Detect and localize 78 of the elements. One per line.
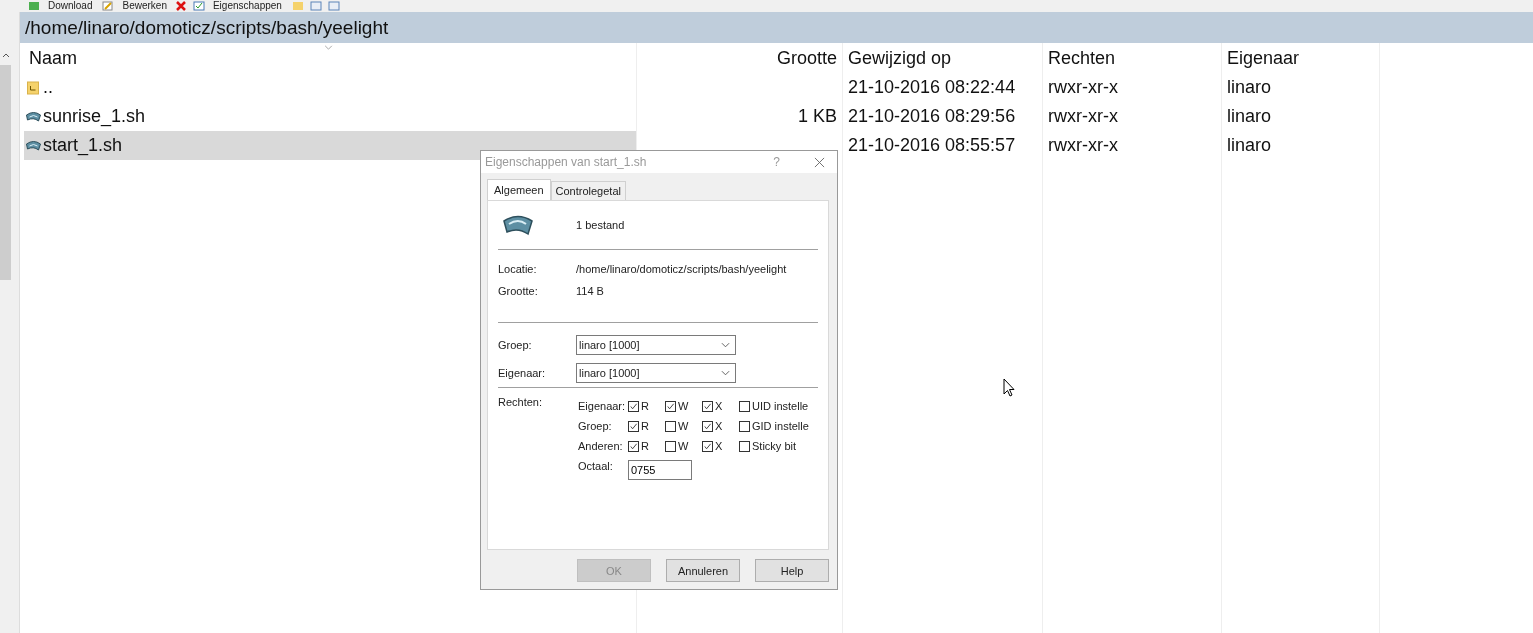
file-count: 1 bestand bbox=[576, 219, 625, 231]
table-cell: linaro bbox=[1227, 77, 1272, 98]
field-label: Rechten: bbox=[498, 396, 544, 408]
checkbox[interactable] bbox=[665, 400, 676, 412]
checkbox-label: W bbox=[678, 440, 689, 452]
field-label: Octaal: bbox=[578, 460, 614, 472]
column-header[interactable]: Rechten bbox=[1048, 47, 1116, 69]
checkbox-label: X bbox=[715, 400, 723, 412]
mouse-cursor-icon bbox=[1003, 378, 1015, 398]
parent-folder-icon bbox=[25, 79, 42, 96]
checkbox-label: R bbox=[641, 440, 649, 452]
properties-icon bbox=[192, 1, 205, 11]
checkbox[interactable] bbox=[628, 400, 639, 412]
checkbox[interactable] bbox=[665, 420, 676, 432]
checkbox-label: W bbox=[678, 420, 689, 432]
column-header[interactable]: Gewijzigd op bbox=[848, 47, 952, 69]
permission-label: Groep: bbox=[578, 420, 613, 432]
table-cell: linaro bbox=[1227, 135, 1272, 156]
table-cell: 21-10-2016 08:29:56 bbox=[848, 106, 1016, 127]
checkbox[interactable] bbox=[739, 440, 750, 452]
sort-caret-icon bbox=[324, 45, 333, 50]
field-label: Eigenaar: bbox=[498, 367, 547, 379]
table-cell: 21-10-2016 08:55:57 bbox=[848, 135, 1016, 156]
field-value: 114 B bbox=[576, 285, 604, 297]
octal-input[interactable]: 0755 bbox=[628, 460, 692, 480]
file-name[interactable]: .. bbox=[43, 77, 53, 98]
dialog-button[interactable]: Help bbox=[755, 559, 829, 582]
file-name[interactable]: sunrise_1.sh bbox=[43, 106, 146, 127]
permission-label: Eigenaar: bbox=[578, 400, 627, 412]
close-icon[interactable] bbox=[814, 156, 825, 168]
checkbox[interactable] bbox=[702, 400, 713, 412]
checkbox[interactable] bbox=[628, 440, 639, 452]
scrollbar-thumb[interactable] bbox=[0, 65, 11, 280]
checkbox-label: X bbox=[715, 440, 723, 452]
dialog-title: Eigenschappen van start_1.sh bbox=[485, 155, 647, 169]
tab[interactable]: Algemeen bbox=[487, 179, 551, 200]
field-label: Grootte: bbox=[498, 285, 539, 297]
toolbar-button[interactable]: Eigenschappen bbox=[208, 1, 286, 11]
table-cell: rwxr-xr-x bbox=[1048, 106, 1118, 127]
checkbox-label: Sticky bit bbox=[752, 440, 796, 452]
file-name[interactable]: start_1.sh bbox=[43, 135, 123, 156]
checkbox[interactable] bbox=[628, 420, 639, 432]
checkbox-label: R bbox=[641, 400, 649, 412]
dropdown[interactable]: linaro [1000] bbox=[576, 335, 736, 355]
table-cell: rwxr-xr-x bbox=[1048, 135, 1118, 156]
checkbox[interactable] bbox=[739, 400, 750, 412]
checkbox-label: X bbox=[715, 420, 723, 432]
checkbox[interactable] bbox=[739, 420, 750, 432]
table-cell: 1 KB bbox=[797, 106, 837, 127]
pencil-icon bbox=[102, 1, 115, 11]
checkbox-label: R bbox=[641, 420, 649, 432]
field-label: Groep: bbox=[498, 339, 533, 351]
vertical-scrollbar[interactable] bbox=[0, 12, 20, 633]
tab[interactable]: Controlegetal bbox=[550, 181, 626, 200]
column-header[interactable]: Eigenaar bbox=[1227, 47, 1300, 69]
table-cell: linaro bbox=[1227, 106, 1272, 127]
dropdown[interactable]: linaro [1000] bbox=[576, 363, 736, 383]
scroll-up-icon[interactable] bbox=[1, 51, 11, 59]
checkbox-label: W bbox=[678, 400, 689, 412]
checkbox-label: GID instelle bbox=[752, 420, 809, 432]
dropdown-caret-icon bbox=[721, 370, 730, 376]
dropdown-caret-icon bbox=[721, 342, 730, 348]
field-value: /home/linaro/domoticz/scripts/bash/yeelight bbox=[576, 263, 787, 275]
table-cell: 21-10-2016 08:22:44 bbox=[848, 77, 1016, 98]
checkbox-label: UID instelle bbox=[752, 400, 809, 412]
toolbar-button[interactable]: Download bbox=[44, 1, 97, 11]
checkbox[interactable] bbox=[702, 440, 713, 452]
permission-label: Anderen: bbox=[578, 440, 624, 452]
column-header[interactable]: Grootte bbox=[776, 47, 837, 69]
path-bar[interactable]: /home/linaro/domoticz/scripts/bash/yeelight bbox=[20, 12, 1533, 43]
checkbox[interactable] bbox=[702, 420, 713, 432]
delete-icon[interactable] bbox=[174, 1, 187, 11]
column-header[interactable]: Naam bbox=[29, 47, 77, 69]
table-cell: rwxr-xr-x bbox=[1048, 77, 1118, 98]
checkbox[interactable] bbox=[665, 440, 676, 452]
toolbar-button[interactable]: Bewerken bbox=[118, 1, 171, 11]
dialog-button[interactable]: Annuleren bbox=[666, 559, 740, 582]
field-label: Locatie: bbox=[498, 263, 538, 275]
